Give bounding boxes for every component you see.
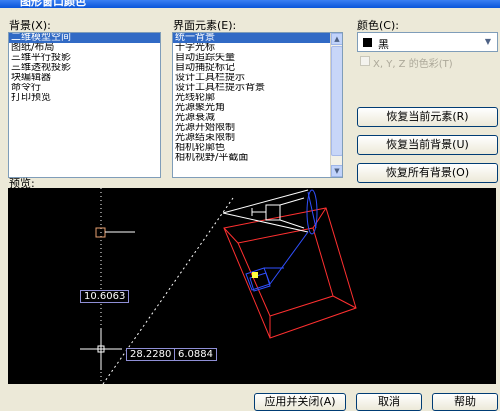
elements-scrollbar[interactable]: ▲ ▼ (330, 33, 342, 177)
elements-list-item[interactable]: 光线轮廓 (173, 93, 330, 103)
scroll-thumb[interactable] (331, 46, 342, 156)
light-marker-icon (252, 272, 258, 278)
cancel-button[interactable]: 取消 (356, 393, 422, 411)
preview-canvas: 10.6063 28.2280 6.0884 (8, 188, 496, 384)
restore-element-button[interactable]: 恢复当前元素(R) (357, 107, 498, 127)
elements-list-item[interactable]: 十字光标 (173, 43, 330, 53)
chevron-down-icon[interactable]: ▼ (480, 34, 496, 50)
background-list[interactable]: 二维模型空间 图纸/布局 三维平行投影 三维透视投影 块编辑器 命令行 打印预览 (8, 32, 161, 178)
elements-list-item[interactable]: 相机轮廓色 (173, 143, 330, 153)
elements-list-item[interactable]: 光源结束限制 (173, 133, 330, 143)
background-list-item[interactable]: 块编辑器 (9, 73, 160, 83)
background-label: 背景(X): (9, 19, 51, 32)
background-list-item[interactable]: 命令行 (9, 83, 160, 93)
background-list-item[interactable]: 打印预览 (9, 93, 160, 103)
scroll-down-icon[interactable]: ▼ (331, 165, 342, 177)
title-bar[interactable]: 图形窗口颜色 (0, 0, 500, 8)
tint-label: X, Y, Z 的色彩(T) (373, 59, 453, 70)
elements-list[interactable]: 统一背景 十字光标 自动追踪矢量 自动捕捉标记 设计工具栏提示 设计工具栏提示背景 光线轮廓… (172, 32, 343, 178)
background-list-item[interactable]: 图纸/布局 (9, 43, 160, 53)
help-button[interactable]: 帮助 (432, 393, 498, 411)
elements-list-item[interactable]: 自动捕捉标记 (173, 63, 330, 73)
background-list-item[interactable]: 二维模型空间 (9, 33, 160, 43)
dimension-tooltip: 10.6063 (80, 290, 130, 303)
elements-list-item[interactable]: 自动追踪矢量 (173, 53, 330, 63)
background-list-item[interactable]: 三维透视投影 (9, 63, 160, 73)
elements-list-item[interactable]: 光源聚光角 (173, 103, 330, 113)
coord-y-tooltip: 6.0884 (174, 348, 217, 361)
window-title: 图形窗口颜色 (20, 0, 86, 8)
elements-list-item[interactable]: 光源开始限制 (173, 123, 330, 133)
color-swatch (363, 38, 372, 47)
color-label: 颜色(C): (357, 19, 399, 32)
scroll-up-icon[interactable]: ▲ (331, 33, 342, 45)
elements-list-item[interactable]: 统一背景 (173, 33, 330, 43)
color-select[interactable]: 黑 ▼ (357, 32, 498, 52)
coord-x-tooltip: 28.2280 (126, 348, 176, 361)
elements-label: 界面元素(E): (173, 19, 237, 32)
elements-list-item[interactable]: 光源衰减 (173, 113, 330, 123)
elements-list-item[interactable]: 设计工具栏提示 (173, 73, 330, 83)
background-list-item[interactable]: 三维平行投影 (9, 53, 160, 63)
tint-checkbox[interactable] (360, 56, 370, 66)
apply-close-button[interactable]: 应用并关闭(A) (254, 393, 346, 411)
elements-list-item[interactable]: 设计工具栏提示背景 (173, 83, 330, 93)
restore-context-button[interactable]: 恢复当前背景(U) (357, 135, 498, 155)
preview-drawing (80, 188, 357, 384)
color-value: 黑 (378, 38, 389, 51)
restore-all-button[interactable]: 恢复所有背景(O) (357, 163, 498, 183)
elements-list-item[interactable]: 相机视野/平截面 (173, 153, 330, 163)
